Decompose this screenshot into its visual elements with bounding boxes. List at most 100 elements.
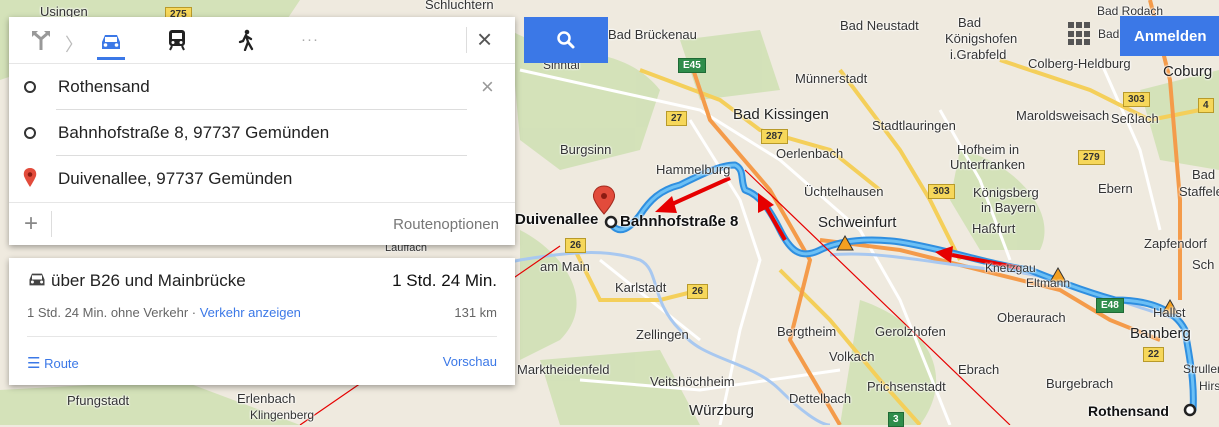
- town-label: Bad Neustadt: [840, 18, 919, 33]
- town-label: Würzburg: [689, 402, 755, 419]
- town-label: Hofheim in: [957, 142, 1020, 157]
- town-label: Münnerstadt: [795, 71, 868, 86]
- road-shield: 27: [666, 111, 688, 126]
- town-label: Schweinfurt: [818, 214, 897, 231]
- origin-label: Rothensand: [1088, 403, 1169, 419]
- waypoint-label: Bahnhofstraße 8: [620, 213, 739, 230]
- close-icon[interactable]: ×: [477, 26, 492, 52]
- road-shield: 26: [565, 238, 587, 253]
- route-summary: über B26 und Mainbrücke: [27, 271, 246, 291]
- origin-circle-icon: [24, 81, 36, 93]
- town-label: Bad Brückenau: [608, 27, 697, 42]
- road-shield: 22: [1143, 347, 1165, 362]
- town-label: Gerolzhofen: [875, 324, 946, 339]
- town-label: Burgsinn: [560, 142, 612, 157]
- route-duration: 1 Std. 24 Min.: [392, 271, 497, 290]
- town-label: Karlstadt: [615, 280, 667, 295]
- town-label: Volkach: [829, 349, 875, 364]
- town-label: Pfungstadt: [67, 393, 130, 408]
- town-label: Staffele: [1179, 184, 1219, 199]
- add-destination-row: + Routenoptionen: [9, 202, 515, 245]
- town-label: Üchtelhausen: [804, 184, 884, 199]
- town-label: Marktheidenfeld: [517, 362, 610, 377]
- town-label: in Bayern: [981, 200, 1036, 215]
- car-icon: [29, 273, 45, 286]
- town-label: Ebrach: [958, 362, 1000, 377]
- apps-grid-icon[interactable]: [1068, 22, 1092, 46]
- town-label: Klingenberg: [250, 408, 315, 422]
- town-label: Unterfranken: [950, 157, 1026, 172]
- town-label: Strullendo: [1183, 362, 1219, 376]
- destination-input[interactable]: Duivenallee, 97737 Gemünden: [58, 169, 292, 189]
- town-label: Seßlach: [1111, 111, 1159, 126]
- town-label: Burgebrach: [1046, 376, 1114, 391]
- town-label: Bergtheim: [777, 324, 837, 339]
- destination-pin-icon: [23, 168, 37, 187]
- list-icon: ☰: [27, 355, 41, 372]
- car-icon[interactable]: [97, 27, 125, 60]
- search-icon: [557, 31, 575, 49]
- town-label: Colberg-Heldburg: [1028, 56, 1131, 71]
- town-label: Oberaurach: [997, 310, 1066, 325]
- town-label: Hallst: [1153, 305, 1186, 320]
- town-label: Bad: [1192, 167, 1216, 182]
- town-label: Maroldsweisach: [1016, 108, 1110, 123]
- route-details-link[interactable]: ☰ Route: [27, 354, 79, 372]
- town-label: Eltmann: [1026, 276, 1071, 290]
- waypoint-input[interactable]: Bahnhofstraße 8, 97737 Gemünden: [58, 123, 329, 143]
- town-label: Bad: [958, 15, 982, 30]
- town-label: Bad: [1098, 27, 1120, 41]
- search-button[interactable]: [524, 17, 608, 63]
- town-label: Prichsenstadt: [867, 379, 946, 394]
- town-label: Hammelburg: [656, 162, 731, 177]
- show-traffic-link[interactable]: Verkehr anzeigen: [200, 305, 301, 320]
- add-destination-icon[interactable]: +: [24, 210, 38, 238]
- origin-input[interactable]: Rothensand: [58, 77, 150, 97]
- chevron-right-icon: 〉: [65, 35, 83, 55]
- origin-marker-icon: [1183, 403, 1197, 417]
- town-label: Zellingen: [636, 327, 689, 342]
- directions-panel: 〉 ··· × Rothensand × Bahnhofstraße 8, 97…: [9, 17, 515, 245]
- town-label: Königsberg: [973, 185, 1039, 200]
- town-label: Erlenbach: [237, 391, 296, 406]
- town-label: Veitshöchheim: [650, 374, 735, 389]
- town-label: Königshofen: [945, 31, 1018, 46]
- town-label: Knetzgau: [985, 261, 1036, 275]
- walking-icon[interactable]: [232, 27, 260, 53]
- route-result-card[interactable]: über B26 und Mainbrücke 1 Std. 24 Min. 1…: [9, 258, 515, 385]
- town-label: Coburg: [1163, 63, 1213, 80]
- town-label: Sch: [1192, 257, 1215, 272]
- road-shield: 287: [761, 129, 788, 144]
- road-shield: E48: [1096, 298, 1124, 313]
- signin-button[interactable]: Anmelden: [1120, 16, 1219, 56]
- town-label: i.Grabfeld: [950, 47, 1007, 62]
- transit-icon[interactable]: [163, 27, 191, 53]
- town-label: Bamberg: [1130, 325, 1191, 342]
- destination-row: Duivenallee, 97737 Gemünden: [9, 156, 515, 202]
- waypoint-marker-icon: [604, 215, 618, 229]
- preview-link[interactable]: Vorschau: [443, 354, 497, 369]
- best-route-icon[interactable]: [27, 27, 55, 53]
- town-label: Oerlenbach: [776, 146, 844, 161]
- route-options-link[interactable]: Routenoptionen: [393, 216, 499, 233]
- route-distance: 131 km: [454, 305, 497, 320]
- road-shield: E45: [678, 58, 706, 73]
- town-label: Dettelbach: [789, 391, 852, 406]
- more-modes-icon[interactable]: ···: [301, 31, 319, 48]
- town-label: Bad Kissingen: [733, 106, 829, 123]
- waypoint-circle-icon: [24, 127, 36, 139]
- clear-origin-icon[interactable]: ×: [481, 74, 494, 100]
- travel-mode-bar: 〉 ··· ×: [9, 17, 515, 64]
- route-label: Route: [44, 356, 79, 371]
- town-label: Ebern: [1098, 181, 1133, 196]
- town-label: Hirsch: [1199, 379, 1219, 393]
- origin-row: Rothensand ×: [9, 64, 515, 110]
- road-shield: 26: [687, 284, 709, 299]
- destination-label: Duivenallee: [515, 211, 599, 228]
- road-shield: 303: [928, 184, 955, 199]
- town-label: Schluchtern: [425, 0, 494, 12]
- traffic-info: 1 Std. 24 Min. ohne Verkehr · Verkehr an…: [27, 305, 301, 320]
- road-shield: 279: [1078, 150, 1105, 165]
- town-label: Haßfurt: [972, 221, 1016, 236]
- traffic-text: 1 Std. 24 Min. ohne Verkehr ·: [27, 305, 200, 320]
